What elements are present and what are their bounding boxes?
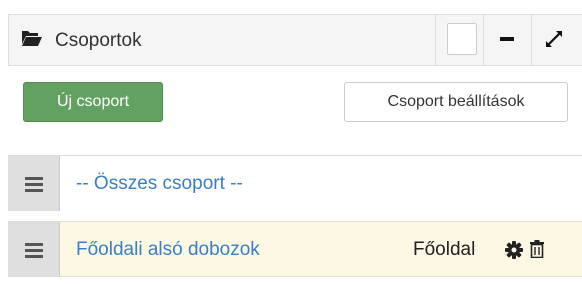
expand-button[interactable]	[531, 15, 579, 65]
folder-open-icon	[22, 31, 42, 46]
new-group-button[interactable]: Új csoport	[23, 82, 163, 122]
groups-panel: Csoportok Új csoport Csoport beállítások…	[0, 0, 582, 284]
minus-icon	[500, 37, 514, 41]
select-cell	[435, 15, 483, 65]
group-settings-button[interactable]: Csoport beállítások	[344, 82, 568, 122]
group-link-all[interactable]: -- Összes csoport --	[76, 172, 243, 196]
panel-title: Csoportok	[55, 30, 142, 51]
expand-icon	[546, 31, 562, 47]
header-tools	[435, 15, 579, 65]
drag-handle-icon[interactable]	[8, 156, 60, 211]
group-page-label: Főoldal	[413, 239, 476, 260]
trash-icon[interactable]	[530, 240, 544, 258]
group-row-home-bottom-boxes[interactable]: Főoldali alsó dobozok Főoldal	[8, 221, 582, 277]
select-all-checkbox[interactable]	[447, 23, 477, 55]
drag-handle-icon[interactable]	[8, 222, 60, 277]
group-row-all[interactable]: -- Összes csoport --	[8, 155, 582, 211]
group-link[interactable]: Főoldali alsó dobozok	[76, 238, 260, 262]
gear-icon[interactable]	[505, 241, 523, 259]
panel-header: Csoportok	[8, 14, 582, 66]
minimize-button[interactable]	[483, 15, 531, 65]
